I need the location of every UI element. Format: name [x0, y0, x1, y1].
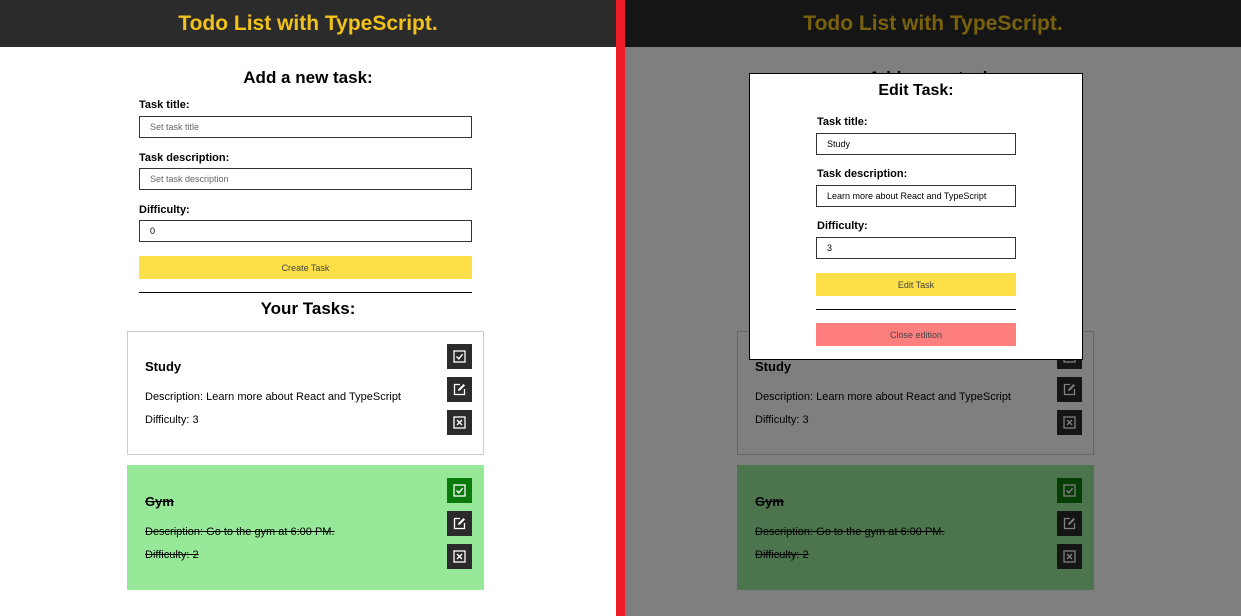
task-description-label: Task description: — [139, 152, 230, 164]
edit-icon — [453, 517, 466, 530]
delete-task-button[interactable] — [447, 410, 472, 435]
app-header: Todo List with TypeScript. — [0, 0, 616, 47]
difficulty-input[interactable] — [139, 220, 472, 242]
app-title: Todo List with TypeScript. — [178, 11, 438, 35]
task-title-input[interactable] — [139, 116, 472, 138]
task-card: Study Description: Learn more about Reac… — [127, 331, 484, 455]
edit-task-button[interactable] — [447, 377, 472, 402]
task-card: Gym Description: Go to the gym at 6:00 P… — [127, 465, 484, 590]
complete-task-button[interactable] — [447, 478, 472, 503]
complete-task-button[interactable] — [447, 344, 472, 369]
difficulty-label: Difficulty: — [139, 204, 190, 216]
close-edition-button[interactable]: Close edition — [816, 323, 1016, 346]
task-title: Gym — [145, 494, 174, 509]
tasks-heading: Your Tasks: — [260, 299, 356, 318]
modal-divider-line — [816, 309, 1016, 310]
edit-description-label: Task description: — [817, 168, 908, 180]
task-description-input[interactable] — [139, 168, 472, 190]
create-task-button[interactable]: Create Task — [139, 256, 472, 279]
edit-difficulty-label: Difficulty: — [817, 220, 868, 232]
edit-icon — [453, 383, 466, 396]
edit-difficulty-input[interactable] — [816, 237, 1016, 259]
split-divider — [616, 0, 625, 616]
edit-title-input[interactable] — [816, 133, 1016, 155]
task-title: Study — [145, 359, 182, 374]
edit-title-label: Task title: — [817, 116, 868, 128]
delete-task-button[interactable] — [447, 544, 472, 569]
delete-icon — [453, 416, 466, 429]
divider-line — [139, 292, 472, 293]
task-title-label: Task title: — [139, 99, 190, 111]
app-view-left: Todo List with TypeScript. Add a new tas… — [0, 0, 616, 616]
create-form-heading: Add a new task: — [243, 68, 373, 87]
app-view-right: Todo List with TypeScript. Add a new tas… — [625, 0, 1241, 616]
edit-task-button[interactable] — [447, 511, 472, 536]
edit-task-submit-button[interactable]: Edit Task — [816, 273, 1016, 296]
task-difficulty: Difficulty: 2 — [145, 549, 199, 561]
edit-modal-heading: Edit Task: — [878, 82, 954, 99]
checkbox-icon — [453, 484, 466, 497]
delete-icon — [453, 550, 466, 563]
edit-description-input[interactable] — [816, 185, 1016, 207]
edit-task-modal: Edit Task: Task title: Task description:… — [749, 73, 1083, 360]
task-description: Description: Go to the gym at 6:00 PM. — [145, 526, 335, 538]
checkbox-icon — [453, 350, 466, 363]
task-description: Description: Learn more about React and … — [145, 391, 401, 403]
task-difficulty: Difficulty: 3 — [145, 414, 199, 426]
